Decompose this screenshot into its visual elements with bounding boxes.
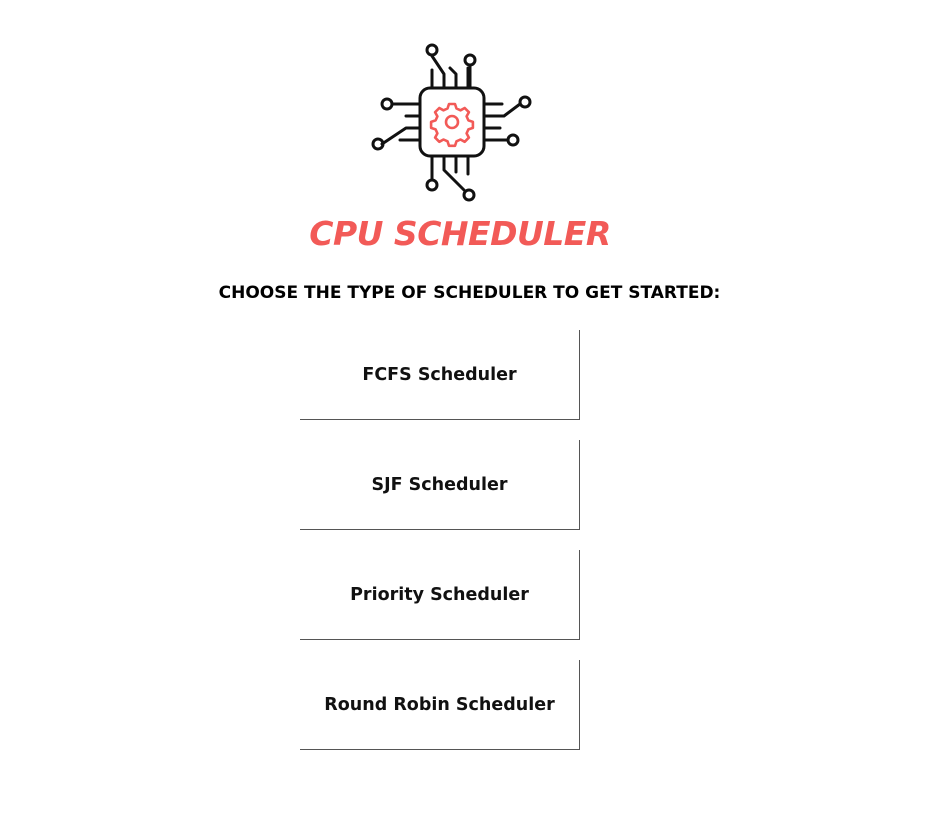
round-robin-scheduler-label: Round Robin Scheduler — [324, 694, 555, 715]
priority-scheduler-label: Priority Scheduler — [350, 584, 529, 605]
round-robin-scheduler-button[interactable]: Round Robin Scheduler — [300, 660, 580, 750]
priority-scheduler-button[interactable]: Priority Scheduler — [300, 550, 580, 640]
sjf-scheduler-label: SJF Scheduler — [371, 474, 508, 495]
page-subtitle: CHOOSE THE TYPE OF SCHEDULER TO GET STAR… — [218, 283, 721, 303]
app-title: CPU SCHEDULER — [309, 214, 611, 253]
cpu-chip-gear-icon — [370, 40, 534, 206]
sjf-scheduler-button[interactable]: SJF Scheduler — [300, 440, 580, 530]
fcfs-scheduler-button[interactable]: FCFS Scheduler — [300, 330, 580, 420]
fcfs-scheduler-label: FCFS Scheduler — [362, 364, 517, 385]
